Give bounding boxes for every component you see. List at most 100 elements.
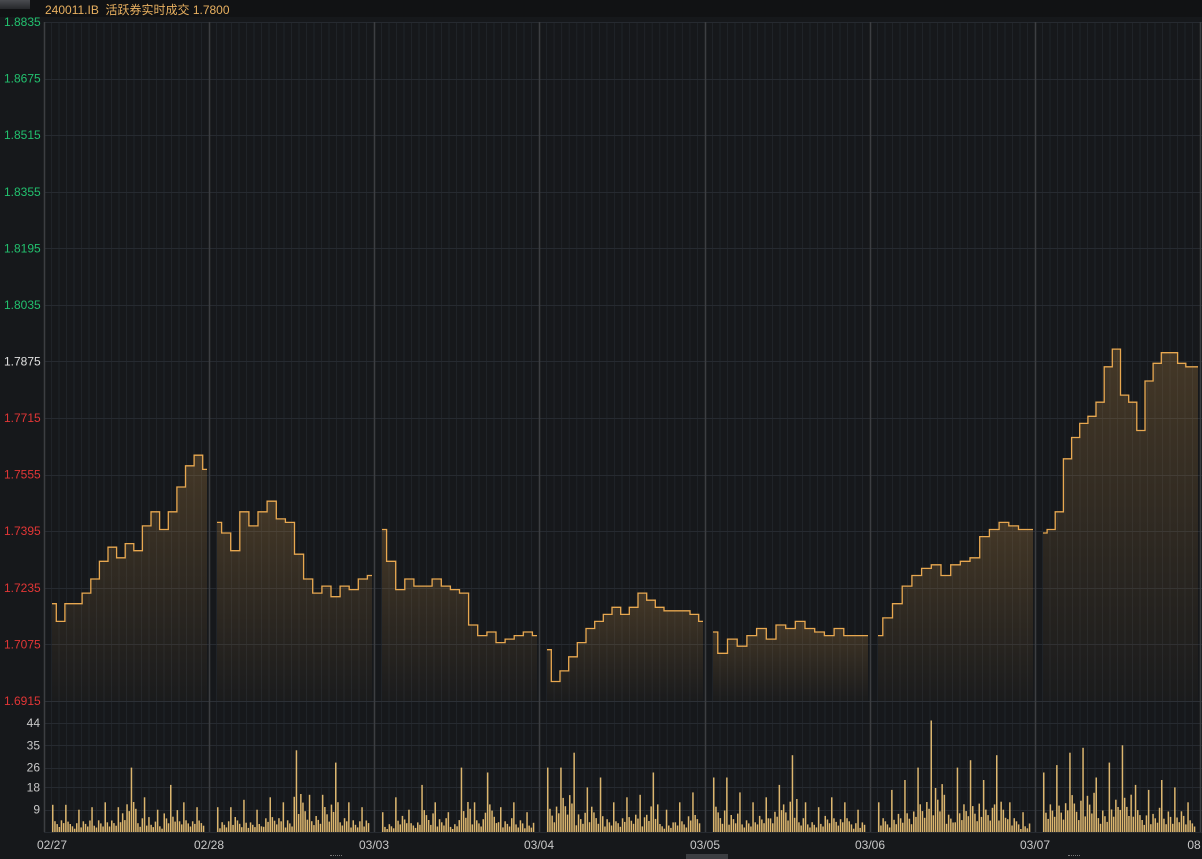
volume-bar <box>286 820 289 832</box>
volume-bar <box>824 815 826 832</box>
volume-bar <box>1053 816 1056 832</box>
volume-bar <box>672 822 674 832</box>
volume-bar <box>432 813 434 832</box>
volume-bar <box>904 780 906 832</box>
price-volume-chart[interactable]: 1.8835 1.8675 1.8515 1.8355 1.8195 1.8035 1.78… <box>0 0 1202 859</box>
volume-bar <box>980 816 983 832</box>
volume-bar <box>521 823 524 832</box>
volume-bar <box>154 821 157 832</box>
volume-bar <box>1178 822 1180 832</box>
volume-bars <box>52 720 1196 833</box>
volume-bar <box>1000 801 1002 832</box>
volume-bar <box>861 822 864 832</box>
volume-bar <box>608 822 611 832</box>
scroll-grip-right[interactable] <box>1068 855 1080 859</box>
volume-bar <box>549 808 551 832</box>
volume-bar <box>1130 794 1132 832</box>
y-tick-label: 1.7395 <box>4 524 41 538</box>
volume-bar <box>1099 823 1102 832</box>
volume-bar <box>859 827 861 832</box>
volume-bar <box>1002 809 1005 832</box>
scroll-grip-center[interactable] <box>686 854 728 859</box>
volume-bar <box>661 826 663 832</box>
volume-bar <box>1064 803 1067 832</box>
volume-bar <box>1007 819 1009 832</box>
volume-bar <box>665 809 668 832</box>
volume-bar <box>82 821 85 832</box>
volume-bar <box>571 803 573 832</box>
volume-bar <box>815 827 818 832</box>
volume-bar <box>124 820 126 832</box>
volume-bar <box>687 816 690 832</box>
y-tick-label: 1.7875 <box>4 355 41 369</box>
volume-bar <box>502 827 504 832</box>
volume-bar <box>150 824 152 832</box>
volume-bar <box>1013 818 1015 832</box>
volume-bar <box>1180 811 1183 832</box>
volume-bar <box>291 826 293 832</box>
volume-bar <box>998 820 1000 832</box>
volume-bar <box>750 826 752 832</box>
volume-bar <box>1119 809 1121 832</box>
volume-bar <box>200 823 203 832</box>
volume-bar <box>639 794 641 832</box>
volume-bar <box>465 817 467 832</box>
volume-bar <box>719 818 722 832</box>
volume-bar <box>1172 823 1174 832</box>
x-tick-label: 03/05 <box>690 838 720 852</box>
volume-bar <box>1067 810 1069 832</box>
scroll-grip-left[interactable] <box>330 855 342 859</box>
volume-bar <box>423 810 425 832</box>
volume-bar <box>978 803 980 832</box>
volume-bar <box>696 819 699 832</box>
volume-bar <box>515 824 517 832</box>
volume-bar <box>560 767 562 832</box>
volume-bar <box>698 823 701 832</box>
volume-bar <box>54 821 56 832</box>
volume-bar <box>1071 795 1073 832</box>
volume-bar <box>588 822 591 832</box>
volume-bar <box>449 826 452 832</box>
volume-bar <box>1069 752 1071 832</box>
volume-bar <box>737 813 739 832</box>
volume-bar <box>117 807 120 832</box>
volume-bar <box>225 827 228 832</box>
price-area-03/05 <box>713 621 868 701</box>
volume-bar <box>343 818 346 832</box>
volume-bar <box>217 807 219 832</box>
volume-bar <box>943 794 946 832</box>
volume-bar <box>194 823 196 832</box>
volume-bar <box>1137 810 1139 832</box>
x-axis-labels: 02/27 02/28 03/03 03/04 03/05 03/06 03/07 08 <box>37 838 1201 852</box>
volume-bar <box>553 822 556 832</box>
volume-bar <box>822 826 824 832</box>
volume-bar <box>1152 813 1154 832</box>
volume-bar <box>1182 815 1185 832</box>
volume-bar <box>430 824 432 832</box>
volume-bar <box>932 815 935 832</box>
volume-bar <box>817 807 820 832</box>
volume-bar <box>295 750 298 833</box>
volume-bar <box>791 755 794 832</box>
volume-bar <box>617 823 619 832</box>
volume-bar <box>436 826 439 832</box>
volume-bar <box>346 821 348 832</box>
volume-bar <box>254 827 256 832</box>
volume-bar <box>668 825 670 832</box>
volume-bar <box>403 819 406 832</box>
volume-bar <box>723 810 726 832</box>
volume-bar <box>56 824 58 832</box>
volume-bar <box>315 816 317 832</box>
volume-bar <box>831 797 833 832</box>
volume-bar <box>252 824 254 832</box>
volume-bar <box>857 809 859 832</box>
volume-bar <box>765 797 767 832</box>
volume-bar <box>1015 821 1018 832</box>
volume-bar <box>989 820 991 832</box>
volume-bar <box>728 824 730 832</box>
volume-bar <box>401 815 404 832</box>
volume-bar <box>60 820 63 832</box>
volume-bar <box>1147 789 1150 832</box>
volume-bar <box>613 802 615 832</box>
volume-bar <box>1097 818 1100 832</box>
